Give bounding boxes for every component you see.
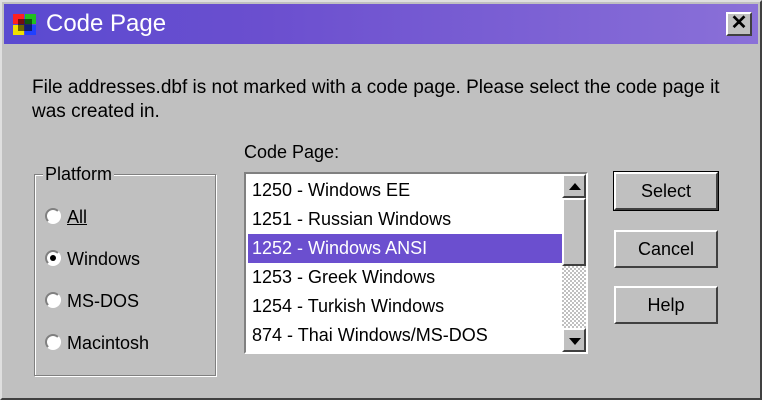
radio-button-icon <box>45 334 61 350</box>
title-bar[interactable]: Code Page ✕ <box>4 4 758 44</box>
code-page-dialog: Code Page ✕ File addresses.dbf is not ma… <box>0 0 762 400</box>
radio-button-icon <box>45 208 61 224</box>
help-button[interactable]: Help <box>614 286 718 324</box>
radio-ms-dos-label: MS-DOS <box>67 287 139 315</box>
scroll-down-button[interactable] <box>562 328 586 352</box>
radio-windows-label: Windows <box>67 245 140 273</box>
code-page-listbox[interactable]: 1250 - Windows EE 1251 - Russian Windows… <box>244 172 588 354</box>
arrow-up-icon <box>569 183 581 190</box>
message-text: File addresses.dbf is not marked with a … <box>32 77 720 122</box>
radio-macintosh-label: Macintosh <box>67 329 149 357</box>
close-button[interactable]: ✕ <box>726 12 752 36</box>
list-item[interactable]: 874 - Thai Windows/MS-DOS <box>248 321 562 350</box>
radio-button-icon <box>45 292 61 308</box>
vertical-scrollbar[interactable] <box>562 174 586 352</box>
close-icon: ✕ <box>730 12 748 34</box>
platform-legend: Platform <box>43 163 115 185</box>
cancel-button[interactable]: Cancel <box>614 230 718 268</box>
platform-group: Platform All Windows MS-DOS Macintosh <box>34 163 216 376</box>
list-item[interactable]: 1250 - Windows EE <box>248 176 562 205</box>
list-item-selected[interactable]: 1252 - Windows ANSI <box>248 234 562 263</box>
arrow-down-icon <box>569 338 581 345</box>
select-button[interactable]: Select <box>613 171 719 211</box>
radio-button-icon <box>45 250 61 266</box>
radio-all-text: All <box>67 207 88 227</box>
scroll-thumb[interactable] <box>562 198 586 266</box>
scroll-up-button[interactable] <box>562 174 586 198</box>
window-title: Code Page <box>46 10 167 37</box>
code-page-list: 1250 - Windows EE 1251 - Russian Windows… <box>248 176 562 350</box>
radio-ms-dos-text: MS-DOS <box>67 291 139 311</box>
radio-windows-text: Windows <box>67 249 141 269</box>
list-item[interactable]: 1254 - Turkish Windows <box>248 292 562 321</box>
list-item[interactable]: 1251 - Russian Windows <box>248 205 562 234</box>
radio-all-label: All <box>67 203 87 231</box>
radio-macintosh-text: Macintosh <box>67 333 150 353</box>
list-item[interactable]: 1253 - Greek Windows <box>248 263 562 292</box>
app-icon <box>13 14 36 35</box>
code-page-label: Code Page: <box>244 142 340 162</box>
radio-selected-dot <box>50 255 56 261</box>
